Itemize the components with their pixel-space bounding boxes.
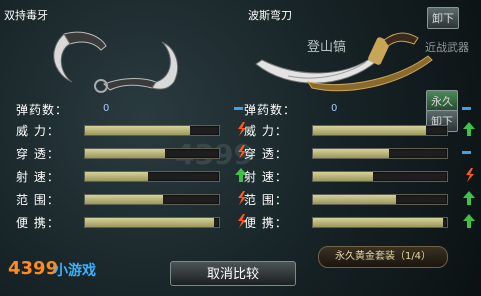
left-stat-row: 范 围： [16,190,256,208]
stat-label: 射 速： [244,170,288,184]
stat-label: 穿 透： [244,147,288,161]
persian-scimitar-icon [255,32,433,92]
weapon-compare-screen: 卸下 登山镐 近战武器 永久 卸下 4399 双持毒牙 波斯弯刀 [0,0,481,296]
stat-bar [312,125,448,136]
stat-bar-fill [313,149,390,158]
stat-bar [84,148,220,159]
logo: 4399 小游戏 [8,258,126,290]
down-arrow-icon [462,167,476,183]
left-stat-row: 便 携： [16,213,256,231]
stat-bar [84,194,220,205]
stat-label: 范 围： [244,193,288,207]
stat-label: 穿 透： [16,147,60,161]
up-arrow-icon [462,213,476,229]
right-ammo-value: 0 [331,103,338,114]
compare-panel: 双持毒牙 波斯弯刀 弹药数： 0 弹药数： 0 威 力： 穿 透： 射 速： 范… [0,0,481,296]
twin-karambit-icon [53,31,178,93]
stat-bar-fill [313,218,443,227]
cancel-compare-button[interactable]: 取消比较 [170,261,296,286]
left-stat-row: 穿 透： [16,144,256,162]
stat-label: 威 力： [244,124,288,138]
right-stat-row: 威 力： [244,121,481,139]
right-stat-row: 射 速： [244,167,481,185]
set-banner: 永久黄金套装（1/4） [318,246,448,268]
right-stat-row: 便 携： [244,213,481,231]
stat-label: 威 力： [16,124,60,138]
stat-bar [312,148,448,159]
left-weapon-image [6,20,232,96]
stat-bar [84,171,220,182]
neutral-indicator-icon [462,107,471,110]
stat-label: 射 速： [16,170,60,184]
left-stat-row: 射 速： [16,167,256,185]
logo-main: 4399 [8,258,59,279]
right-ammo-label: 弹药数： [244,103,297,117]
left-stat-row: 威 力： [16,121,256,139]
right-stat-row: 穿 透： [244,144,481,162]
stat-bar-fill [313,126,426,135]
right-weapon-image [248,20,474,96]
stat-bar [84,125,220,136]
stat-label: 便 携： [244,216,288,230]
up-arrow-icon [462,190,476,206]
stat-bar-fill [85,218,214,227]
right-stat-row: 范 围： [244,190,481,208]
left-ammo-label: 弹药数： [16,103,69,117]
stat-bar [312,217,448,228]
left-ammo-row: 弹药数： 0 [16,100,256,118]
stat-bar-fill [85,172,148,181]
stat-bar [312,171,448,182]
stat-bar [84,217,220,228]
stat-label: 便 携： [16,216,60,230]
stat-bar-fill [313,172,374,181]
stat-bar-fill [313,195,397,204]
stat-label: 范 围： [16,193,60,207]
stat-bar-fill [85,195,163,204]
stat-bar-fill [85,149,166,158]
logo-sub: 小游戏 [54,263,96,279]
neutral-indicator-icon [234,107,243,110]
stat-bar-fill [85,126,190,135]
neutral-indicator-icon [462,151,471,154]
up-arrow-icon [462,121,476,137]
left-ammo-value: 0 [103,103,110,114]
stat-bar [312,194,448,205]
right-ammo-row: 弹药数： 0 [244,100,481,118]
